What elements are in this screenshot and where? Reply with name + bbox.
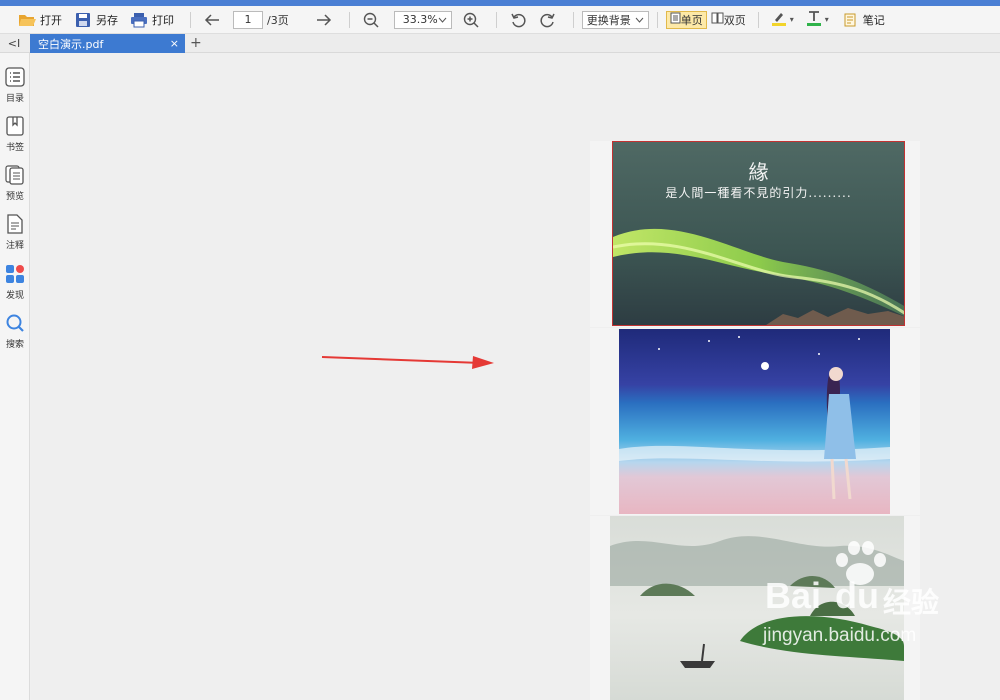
background-label: 更换背景: [586, 13, 631, 27]
double-page-view-button[interactable]: 双页: [707, 11, 750, 29]
bookmark-icon: [5, 116, 25, 139]
annotation-icon: [5, 214, 25, 237]
sidebar-item-annotation[interactable]: 注释: [0, 214, 30, 258]
tab-bar: <I 空白演示.pdf × +: [0, 34, 1000, 53]
next-page-button[interactable]: [311, 9, 337, 31]
arrow-left-icon: [203, 11, 221, 29]
add-tab-button[interactable]: +: [190, 35, 202, 52]
highlight-button[interactable]: ▾: [767, 9, 798, 31]
left-sidebar: 目录 书签 预览 注释 发现 搜索: [0, 53, 30, 700]
page-number-input[interactable]: 1: [233, 10, 263, 29]
printer-icon: [130, 11, 148, 29]
double-page-label: 双页: [723, 13, 746, 27]
close-icon[interactable]: ×: [170, 37, 179, 50]
chevron-down-icon: ▾: [789, 15, 794, 24]
watermark-suffix: 经验: [883, 587, 940, 618]
sidebar-item-search[interactable]: 搜索: [0, 313, 30, 357]
zoom-select[interactable]: 33.3%: [393, 10, 452, 29]
folder-open-icon: [18, 11, 36, 29]
zoom-in-button[interactable]: [458, 9, 484, 31]
beach-girl-image: [619, 329, 890, 514]
collapse-sidebar-button[interactable]: <I: [6, 36, 22, 51]
open-button[interactable]: 打开: [14, 9, 66, 31]
watermark-brand: Bai: [765, 575, 822, 616]
watermark-brand-end: du: [835, 575, 879, 616]
chevron-down-icon: [635, 13, 644, 26]
page-title: 緣: [748, 160, 769, 184]
save-icon: [74, 11, 92, 29]
pdf-page-1[interactable]: 緣 是人間一種看不見的引力.........: [590, 141, 920, 327]
text-color-button[interactable]: ▾: [802, 9, 833, 31]
rotate-left-button[interactable]: [505, 9, 531, 31]
preview-icon: [5, 165, 25, 188]
rotate-right-button[interactable]: [535, 9, 561, 31]
change-background-select[interactable]: 更换背景: [581, 10, 649, 29]
main-toolbar: 打开 另存 打印 1 /3页 33.3% 更换背景 单页 双页 ▾ ▾ 笔记: [0, 6, 1000, 34]
single-page-view-button[interactable]: 单页: [665, 10, 707, 29]
chevron-down-icon: ▾: [824, 15, 829, 24]
notes-button[interactable]: 笔记: [837, 9, 889, 31]
page-total-label: /3页: [267, 13, 289, 27]
separator: [348, 11, 350, 28]
arrow-right-icon: [315, 11, 333, 29]
separator: [757, 11, 759, 28]
pdf-page-2[interactable]: [590, 328, 920, 515]
separator: [495, 11, 497, 28]
sidebar-item-bookmark[interactable]: 书签: [0, 116, 30, 160]
tab-title: 空白演示.pdf: [38, 37, 104, 51]
zoom-out-icon: [362, 11, 380, 29]
search-icon: [5, 313, 25, 336]
highlighter-icon: [771, 10, 787, 29]
rotate-left-icon: [509, 11, 527, 29]
double-page-icon: [711, 12, 724, 27]
text-color-icon: [806, 10, 822, 29]
page-subtitle: 是人間一種看不見的引力.........: [665, 186, 852, 200]
zoom-in-icon: [462, 11, 480, 29]
save-as-button[interactable]: 另存: [70, 9, 122, 31]
prev-page-button[interactable]: [199, 9, 225, 31]
discover-icon: [5, 264, 25, 287]
chevron-down-icon: [438, 13, 447, 26]
note-icon: [841, 11, 859, 29]
sidebar-item-discover[interactable]: 发现: [0, 264, 30, 308]
sidebar-item-toc[interactable]: 目录: [0, 67, 30, 111]
separator: [190, 11, 191, 28]
annotation-arrow: [321, 351, 501, 378]
rotate-right-icon: [539, 11, 557, 29]
separator: [572, 11, 574, 28]
watermark-url: jingyan.baidu.com: [763, 625, 917, 646]
zoom-out-button[interactable]: [358, 9, 384, 31]
baidu-watermark: Bai du 经验 jingyan.baidu.com: [735, 535, 965, 655]
list-icon: [5, 67, 25, 90]
aurora-image: 緣 是人間一種看不見的引力.........: [612, 141, 905, 326]
separator: [656, 11, 658, 28]
print-button[interactable]: 打印: [126, 9, 178, 31]
sidebar-item-preview[interactable]: 预览: [0, 165, 30, 209]
zoom-value: 33.3%: [402, 13, 438, 26]
single-page-icon: [670, 12, 681, 27]
single-page-label: 单页: [680, 13, 703, 27]
tab-document[interactable]: 空白演示.pdf ×: [30, 34, 185, 53]
